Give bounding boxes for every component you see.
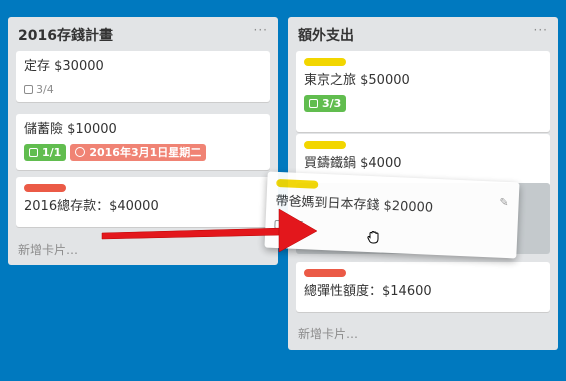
list-menu-button[interactable]: ···: [254, 23, 268, 37]
checklist-badge: 2/5: [274, 217, 304, 232]
red-label: [304, 269, 346, 277]
card-flexible-budget[interactable]: 總彈性額度：$14600: [296, 262, 550, 312]
list-2016-savings-plan: 2016存錢計畫 ··· 定存 $30000 3/4 儲蓄險 $10000 1/…: [8, 17, 278, 265]
checkbox-icon: [24, 84, 33, 94]
checklist-badge: 3/3: [304, 94, 347, 112]
card-title: 2016總存款：$40000: [24, 199, 159, 214]
card-total-savings[interactable]: 2016總存款：$40000: [16, 177, 270, 227]
list-menu-button[interactable]: ···: [534, 23, 548, 37]
checklist-badge: 1/1: [24, 143, 67, 161]
yellow-label: [276, 178, 319, 189]
yellow-label: [304, 58, 346, 66]
dragging-card[interactable]: 帶爸媽到日本存錢 $20000 2/5 ✎: [264, 171, 520, 259]
add-card-link[interactable]: 新增卡片…: [298, 325, 358, 342]
card-tokyo-trip[interactable]: 東京之旅 $50000 3/3: [296, 51, 550, 132]
card-title: 買鑄鐵鍋 $4000: [304, 156, 402, 171]
card-insurance[interactable]: 儲蓄險 $10000 1/1 2016年3月1日星期二: [16, 114, 270, 170]
card-title: 定存 $30000: [24, 59, 104, 74]
card-title: 總彈性額度：$14600: [304, 284, 432, 299]
grab-hand-icon: [367, 230, 379, 244]
due-date-badge[interactable]: 2016年3月1日星期二: [70, 143, 207, 161]
checkbox-icon: [309, 98, 318, 108]
checkbox-icon: [29, 147, 38, 157]
checklist-badge: 3/4: [24, 83, 54, 96]
clock-icon: [75, 147, 86, 157]
checkbox-icon: [274, 219, 284, 229]
card-title: 儲蓄險 $10000: [24, 122, 117, 137]
pencil-icon[interactable]: ✎: [499, 196, 509, 209]
red-label: [24, 184, 66, 192]
list-title[interactable]: 2016存錢計畫: [18, 25, 113, 45]
card-fixed-deposit[interactable]: 定存 $30000 3/4: [16, 51, 270, 102]
list-title[interactable]: 額外支出: [298, 25, 354, 45]
yellow-label: [304, 141, 346, 149]
add-card-link[interactable]: 新增卡片…: [18, 241, 78, 258]
card-title: 東京之旅 $50000: [304, 73, 410, 88]
